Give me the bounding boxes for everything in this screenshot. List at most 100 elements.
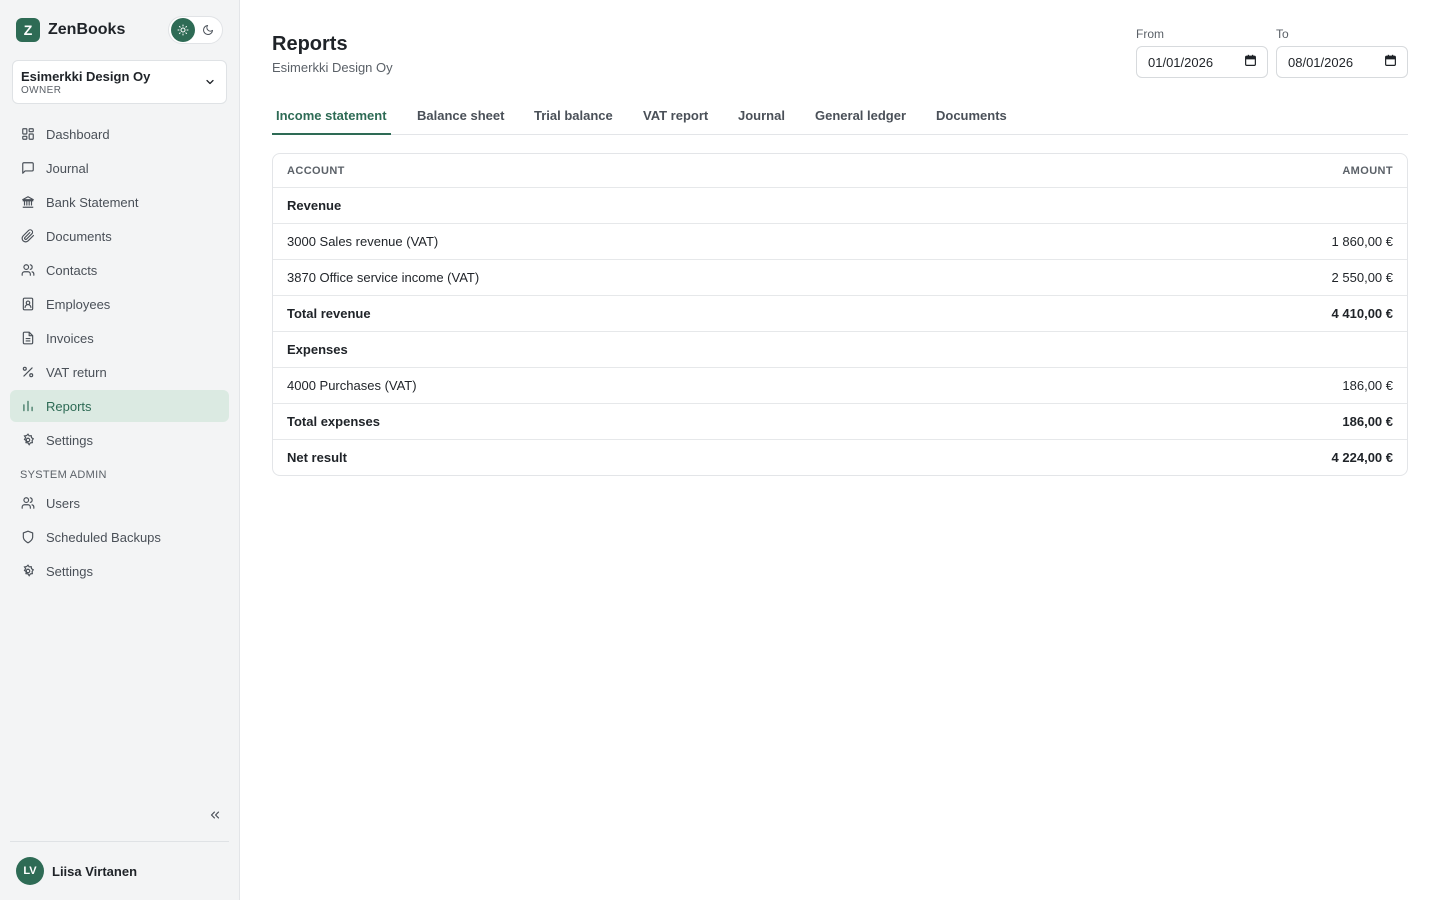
date-to-input[interactable]: 08/01/2026 <box>1276 46 1408 78</box>
organization-role: OWNER <box>21 85 62 96</box>
sidebar-item-invoices[interactable]: Invoices <box>10 322 229 354</box>
row-amount: 186,00 € <box>1342 378 1393 393</box>
theme-toggle[interactable] <box>168 16 223 44</box>
amount-column-header: AMOUNT <box>1342 164 1393 177</box>
bank-icon <box>20 194 36 210</box>
calendar-icon[interactable] <box>1244 54 1257 70</box>
tab-income-statement[interactable]: Income statement <box>272 100 391 135</box>
user-name: Liisa Virtanen <box>52 863 138 879</box>
sidebar-item-label: Scheduled Backups <box>46 529 161 545</box>
date-from-label: From <box>1136 27 1164 41</box>
sidebar-item-label: VAT return <box>46 364 107 380</box>
sidebar-item-label: Settings <box>46 563 93 579</box>
calendar-icon[interactable] <box>1384 54 1397 70</box>
page-subtitle: Esimerkki Design Oy <box>272 60 393 75</box>
system-admin-section-label: SYSTEM ADMIN <box>20 469 107 481</box>
sidebar-item-reports[interactable]: Reports <box>10 390 229 422</box>
row-amount: 186,00 € <box>1342 414 1393 429</box>
users-icon <box>20 495 36 511</box>
row-account: 3870 Office service income (VAT) <box>287 270 480 285</box>
tab-general-ledger[interactable]: General ledger <box>811 100 910 135</box>
income-statement-table: ACCOUNT AMOUNT Revenue 3000 Sales revenu… <box>272 153 1408 476</box>
row-amount: 1 860,00 € <box>1331 234 1393 249</box>
chevron-down-icon <box>204 75 216 93</box>
net-result-row: Net result 4 224,00 € <box>273 439 1407 475</box>
sidebar-item-scheduled-backups[interactable]: Scheduled Backups <box>10 521 229 553</box>
avatar: LV <box>16 857 44 885</box>
sidebar-item-label: Invoices <box>46 330 94 346</box>
row-account: 4000 Purchases (VAT) <box>287 378 417 393</box>
section-row-revenue: Revenue <box>273 187 1407 223</box>
shield-icon <box>20 529 36 545</box>
sidebar-item-label: Employees <box>46 296 111 312</box>
row-account: Net result <box>287 450 347 465</box>
row-account: Total revenue <box>287 306 371 321</box>
total-row-revenue: Total revenue 4 410,00 € <box>273 295 1407 331</box>
row-account: 3000 Sales revenue (VAT) <box>287 234 439 249</box>
sidebar-item-label: Dashboard <box>46 126 110 142</box>
sidebar-item-label: Bank Statement <box>46 194 139 210</box>
sidebar-item-label: Contacts <box>46 262 98 278</box>
page-title: Reports <box>272 33 348 55</box>
user-menu[interactable]: LV Liisa Virtanen <box>10 841 229 900</box>
sidebar-item-employees[interactable]: Employees <box>10 288 229 320</box>
sidebar-item-label: Settings <box>46 432 93 448</box>
tab-documents[interactable]: Documents <box>932 100 1011 135</box>
row-account: Total expenses <box>287 414 380 429</box>
users-icon <box>20 262 36 278</box>
sidebar-item-journal[interactable]: Journal <box>10 152 229 184</box>
row-amount: 4 410,00 € <box>1331 306 1393 321</box>
table-row[interactable]: 3000 Sales revenue (VAT) 1 860,00 € <box>273 223 1407 259</box>
row-amount: 4 224,00 € <box>1331 450 1393 465</box>
sun-icon[interactable] <box>171 18 195 42</box>
sidebar-item-label: Documents <box>46 228 112 244</box>
message-square-icon <box>20 160 36 176</box>
brand-logo: Z <box>16 18 40 42</box>
organization-name: Esimerkki Design Oy <box>21 69 151 84</box>
date-to-group: To 08/01/2026 <box>1276 27 1408 78</box>
main-navigation: Dashboard Journal Bank Statement Documen… <box>10 118 229 458</box>
sidebar-item-documents[interactable]: Documents <box>10 220 229 252</box>
report-tabs: Income statement Balance sheet Trial bal… <box>272 100 1408 135</box>
total-row-expenses: Total expenses 186,00 € <box>273 403 1407 439</box>
bar-chart-icon <box>20 398 36 414</box>
percent-icon <box>20 364 36 380</box>
date-to-label: To <box>1276 27 1289 41</box>
grid-icon <box>20 126 36 142</box>
tab-balance-sheet[interactable]: Balance sheet <box>413 100 508 135</box>
sidebar-item-label: Users <box>46 495 80 511</box>
tab-trial-balance[interactable]: Trial balance <box>530 100 617 135</box>
gear-icon <box>20 563 36 579</box>
tab-journal[interactable]: Journal <box>734 100 789 135</box>
sidebar-item-users[interactable]: Users <box>10 487 229 519</box>
sidebar-item-bank-statement[interactable]: Bank Statement <box>10 186 229 218</box>
admin-navigation: Users Scheduled Backups Settings <box>10 487 229 589</box>
gear-icon <box>20 432 36 448</box>
collapse-sidebar-icon[interactable] <box>206 806 224 824</box>
organization-selector[interactable]: Esimerkki Design Oy OWNER <box>12 60 227 104</box>
table-row[interactable]: 3870 Office service income (VAT) 2 550,0… <box>273 259 1407 295</box>
file-text-icon <box>20 330 36 346</box>
tab-vat-report[interactable]: VAT report <box>639 100 712 135</box>
id-badge-icon <box>20 296 36 312</box>
sidebar-item-label: Journal <box>46 160 89 176</box>
table-row[interactable]: 4000 Purchases (VAT) 186,00 € <box>273 367 1407 403</box>
sidebar: Z ZenBooks Esimerkki Design Oy OWNER Das… <box>0 0 240 900</box>
sidebar-item-label: Reports <box>46 398 92 414</box>
sidebar-item-contacts[interactable]: Contacts <box>10 254 229 286</box>
sidebar-item-dashboard[interactable]: Dashboard <box>10 118 229 150</box>
moon-icon[interactable] <box>197 18 221 42</box>
sidebar-item-settings[interactable]: Settings <box>10 424 229 456</box>
row-amount: 2 550,00 € <box>1331 270 1393 285</box>
section-row-expenses: Expenses <box>273 331 1407 367</box>
date-from-input[interactable]: 01/01/2026 <box>1136 46 1268 78</box>
brand[interactable]: Z ZenBooks <box>16 18 125 42</box>
sidebar-item-admin-settings[interactable]: Settings <box>10 555 229 587</box>
account-column-header: ACCOUNT <box>287 164 345 177</box>
brand-name: ZenBooks <box>48 21 126 38</box>
row-account: Revenue <box>287 198 342 213</box>
sidebar-item-vat-return[interactable]: VAT return <box>10 356 229 388</box>
paperclip-icon <box>20 228 36 244</box>
date-from-group: From 01/01/2026 <box>1136 27 1268 78</box>
table-header: ACCOUNT AMOUNT <box>273 154 1407 187</box>
